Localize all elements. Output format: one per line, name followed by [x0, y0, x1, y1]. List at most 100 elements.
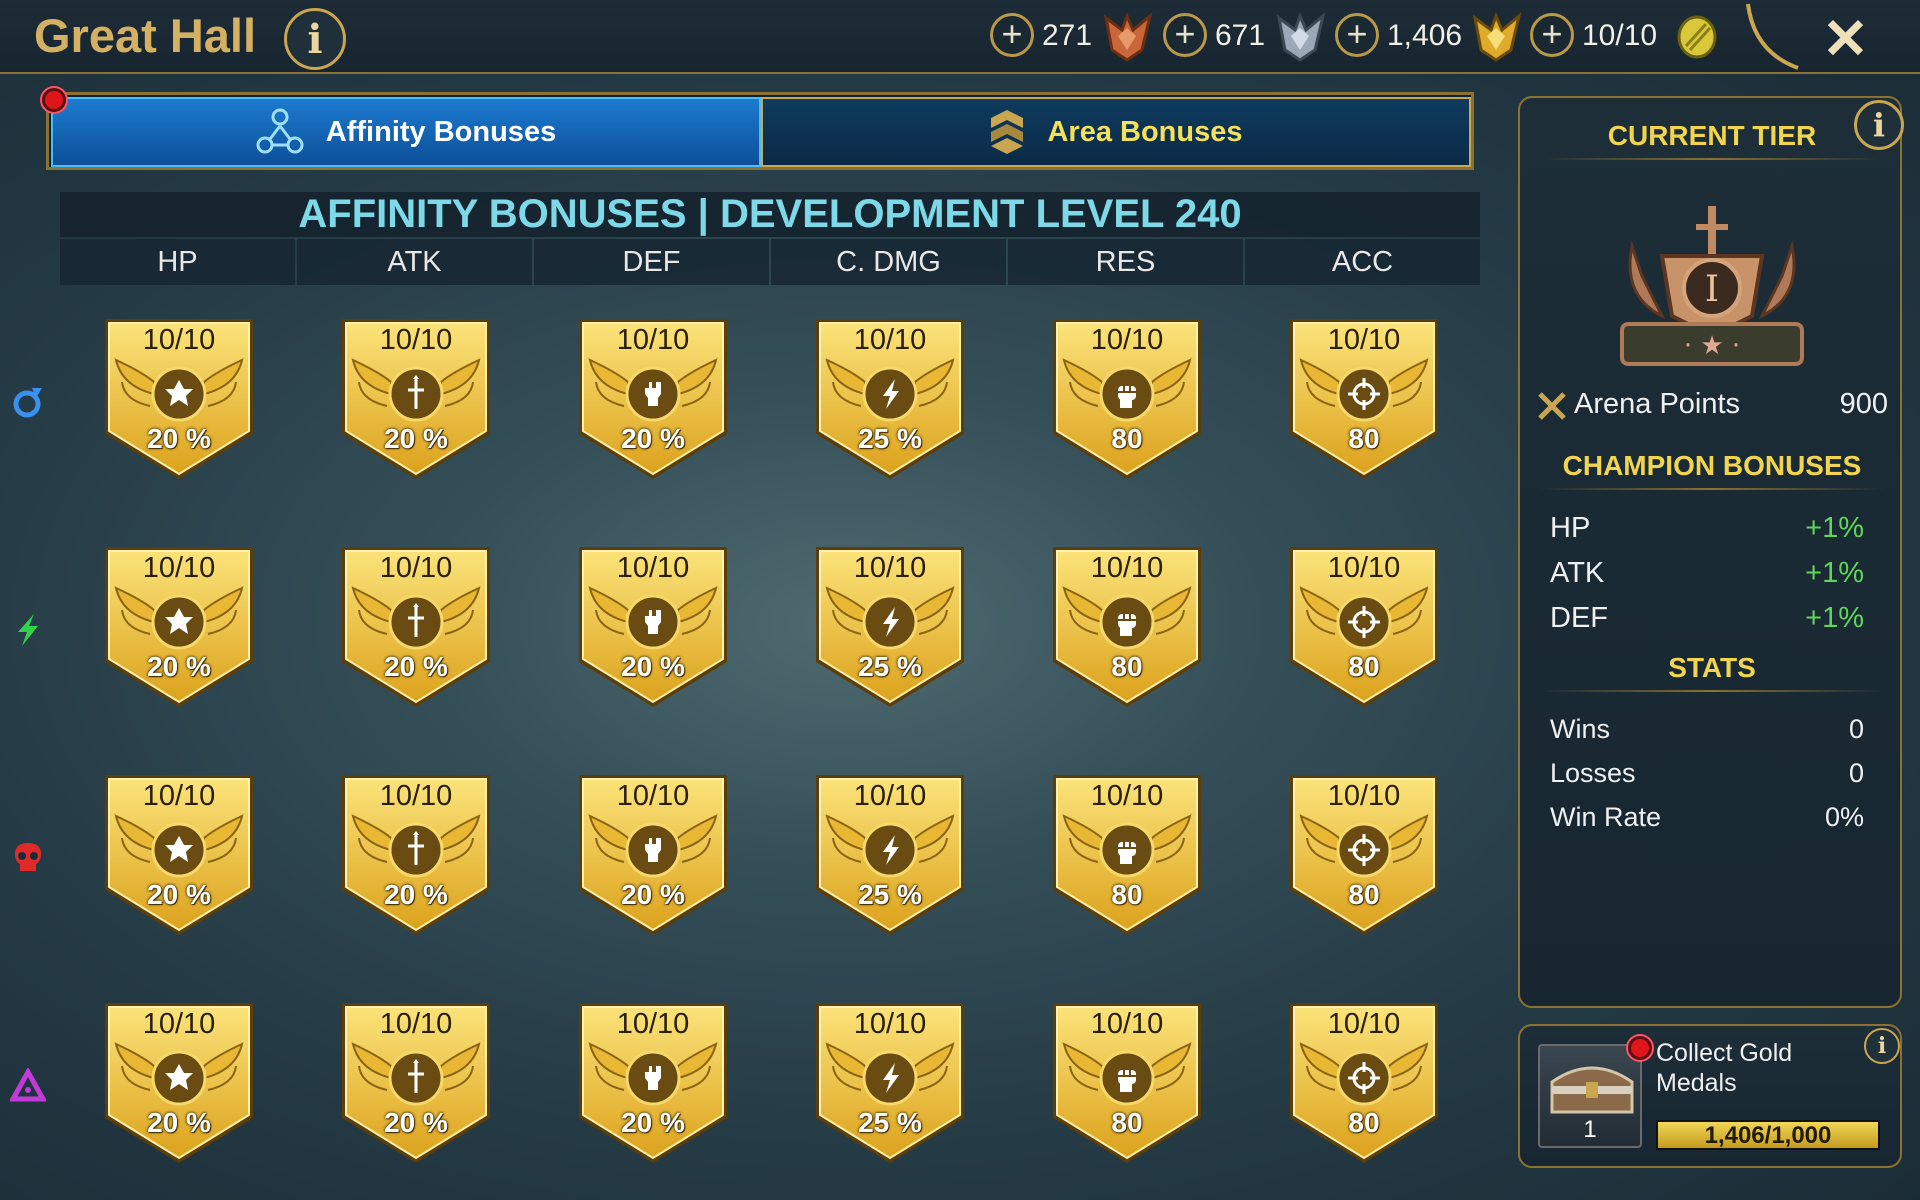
info-button[interactable]: i — [284, 8, 346, 70]
column-acc: ACC — [1245, 239, 1480, 285]
badge-value: 80 — [1111, 879, 1143, 910]
tier-emblem-icon: · ★ · I — [1620, 206, 1804, 366]
bonus-badge[interactable]: 10/10 20 % — [576, 1000, 730, 1166]
badge-level: 10/10 — [616, 1008, 690, 1040]
badge-value: 20 % — [621, 651, 685, 682]
arena-points-label: Arena Points — [1574, 388, 1741, 420]
bonus-badge[interactable]: 10/10 80 — [1287, 772, 1441, 938]
arena-token-count: 10/10 — [1582, 19, 1658, 52]
bonus-badge[interactable]: 10/10 20 % — [339, 544, 493, 710]
bonus-badge[interactable]: 10/10 80 — [1287, 1000, 1441, 1166]
divider — [1540, 690, 1884, 692]
badge-value: 80 — [1348, 879, 1380, 910]
game-screen: Great Hall i + 271 + 671 + 1,406 + 10/10… — [0, 0, 1920, 1200]
bonus-badge[interactable]: 10/10 25 % — [813, 544, 967, 710]
stat-row-wins: Wins 0 — [1550, 714, 1864, 745]
badge-level: 10/10 — [379, 552, 453, 584]
close-button[interactable]: ✕ — [1822, 6, 1869, 72]
silver-medal-icon — [1276, 11, 1326, 62]
currency-silver: + 671 — [1163, 10, 1333, 62]
bonus-badge[interactable]: 10/10 80 — [1050, 772, 1204, 938]
affinity-row: 10/10 20 % 10/10 20 % 10/10 20 % 10/10 25 % 10/1… — [14, 756, 1480, 984]
bonus-badge[interactable]: 10/10 20 % — [102, 1000, 256, 1166]
badge-level: 10/10 — [1327, 1008, 1401, 1040]
badge-value: 20 % — [147, 1107, 211, 1138]
arena-token-icon — [1677, 15, 1717, 59]
badge-level: 10/10 — [853, 552, 927, 584]
bonus-label: DEF — [1550, 602, 1608, 634]
bronze-count: 271 — [1042, 19, 1093, 52]
badge-value: 20 % — [621, 1107, 685, 1138]
badge-value: 25 % — [858, 651, 922, 682]
champion-bonuses-heading: CHAMPION BONUSES — [1562, 450, 1862, 481]
tab-affinity-bonuses[interactable]: Affinity Bonuses — [51, 97, 761, 167]
medals-info-button[interactable]: i — [1864, 1028, 1900, 1064]
svg-text:· ★ ·: · ★ · — [1684, 331, 1740, 361]
bonus-badge[interactable]: 10/10 25 % — [813, 772, 967, 938]
notification-dot — [42, 88, 66, 112]
bonus-badge[interactable]: 10/10 20 % — [102, 544, 256, 710]
bonus-label: HP — [1550, 512, 1591, 544]
bonus-badge[interactable]: 10/10 20 % — [102, 772, 256, 938]
bonus-badge[interactable]: 10/10 25 % — [813, 316, 967, 482]
bonus-row-hp: HP +1% — [1550, 512, 1864, 545]
collect-medals-title: Collect Gold Medals — [1656, 1039, 1793, 1097]
bonus-badge[interactable]: 10/10 20 % — [339, 772, 493, 938]
bonus-value: +1% — [1805, 512, 1864, 544]
bonus-badge[interactable]: 10/10 80 — [1050, 544, 1204, 710]
badge-level: 10/10 — [853, 1008, 927, 1040]
bonus-badge[interactable]: 10/10 80 — [1050, 1000, 1204, 1166]
bonus-label: ATK — [1550, 557, 1605, 589]
badge-value: 80 — [1348, 651, 1380, 682]
badge-level: 10/10 — [853, 780, 927, 812]
currency-arena-tokens: + 10/10 — [1530, 10, 1720, 62]
bonus-badge[interactable]: 10/10 80 — [1287, 316, 1441, 482]
bonus-row-atk: ATK +1% — [1550, 557, 1864, 590]
bonus-badge[interactable]: 10/10 20 % — [339, 316, 493, 482]
tab-label-area: Area Bonuses — [1047, 115, 1243, 148]
badge-level: 10/10 — [1090, 324, 1164, 356]
badge-value: 20 % — [147, 651, 211, 682]
column-res: RES — [1008, 239, 1243, 285]
badge-level: 10/10 — [379, 324, 453, 356]
column-atk: ATK — [297, 239, 532, 285]
currency-gold: + 1,406 — [1335, 10, 1525, 62]
bonus-headline: AFFINITY BONUSES | DEVELOPMENT LEVEL 240 — [60, 192, 1480, 237]
badge-value: 25 % — [858, 879, 922, 910]
badge-level: 10/10 — [1090, 1008, 1164, 1040]
badge-level: 10/10 — [142, 324, 216, 356]
tab-area-bonuses[interactable]: Area Bonuses — [761, 97, 1471, 167]
bonus-badge[interactable]: 10/10 20 % — [339, 1000, 493, 1166]
badge-level: 10/10 — [142, 552, 216, 584]
bonus-badge[interactable]: 10/10 20 % — [102, 316, 256, 482]
bonus-badge[interactable]: 10/10 25 % — [813, 1000, 967, 1166]
magic-affinity-icon — [10, 384, 46, 420]
crossed-swords-icon — [1538, 392, 1566, 420]
stat-label: Win Rate — [1550, 802, 1662, 832]
gold-count: 1,406 — [1387, 19, 1463, 52]
badge-value: 20 % — [147, 423, 211, 454]
badge-value: 80 — [1348, 423, 1380, 454]
bonus-badge[interactable]: 10/10 20 % — [576, 772, 730, 938]
stats-heading: STATS — [1668, 652, 1756, 683]
add-silver-button[interactable]: + — [1163, 13, 1207, 57]
affinity-row: 10/10 20 % 10/10 20 % 10/10 20 % 10/10 25 % 10/1… — [13, 300, 1480, 528]
bonus-badge[interactable]: 10/10 80 — [1050, 316, 1204, 482]
badge-level: 10/10 — [1327, 324, 1401, 356]
notification-dot — [1628, 1036, 1652, 1060]
force-affinity-icon — [10, 840, 46, 876]
badge-level: 10/10 — [853, 324, 927, 356]
bonus-badge[interactable]: 10/10 80 — [1287, 544, 1441, 710]
bonus-badge[interactable]: 10/10 20 % — [576, 316, 730, 482]
bonus-tabs: Affinity Bonuses Area Bonuses — [46, 92, 1474, 170]
collect-medals-panel[interactable]: 1 Collect Gold Medals i 1,406/1,000 — [1518, 1024, 1902, 1168]
add-bronze-button[interactable]: + — [990, 13, 1034, 57]
progress-text: 1,406/1,000 — [1704, 1122, 1832, 1149]
chest-icon[interactable]: 1 — [1538, 1044, 1642, 1148]
badge-level: 10/10 — [1090, 552, 1164, 584]
badge-level: 10/10 — [379, 1008, 453, 1040]
add-gold-button[interactable]: + — [1335, 13, 1379, 57]
add-tokens-button[interactable]: + — [1530, 13, 1574, 57]
bonus-badge[interactable]: 10/10 20 % — [576, 544, 730, 710]
divider — [1540, 488, 1884, 490]
